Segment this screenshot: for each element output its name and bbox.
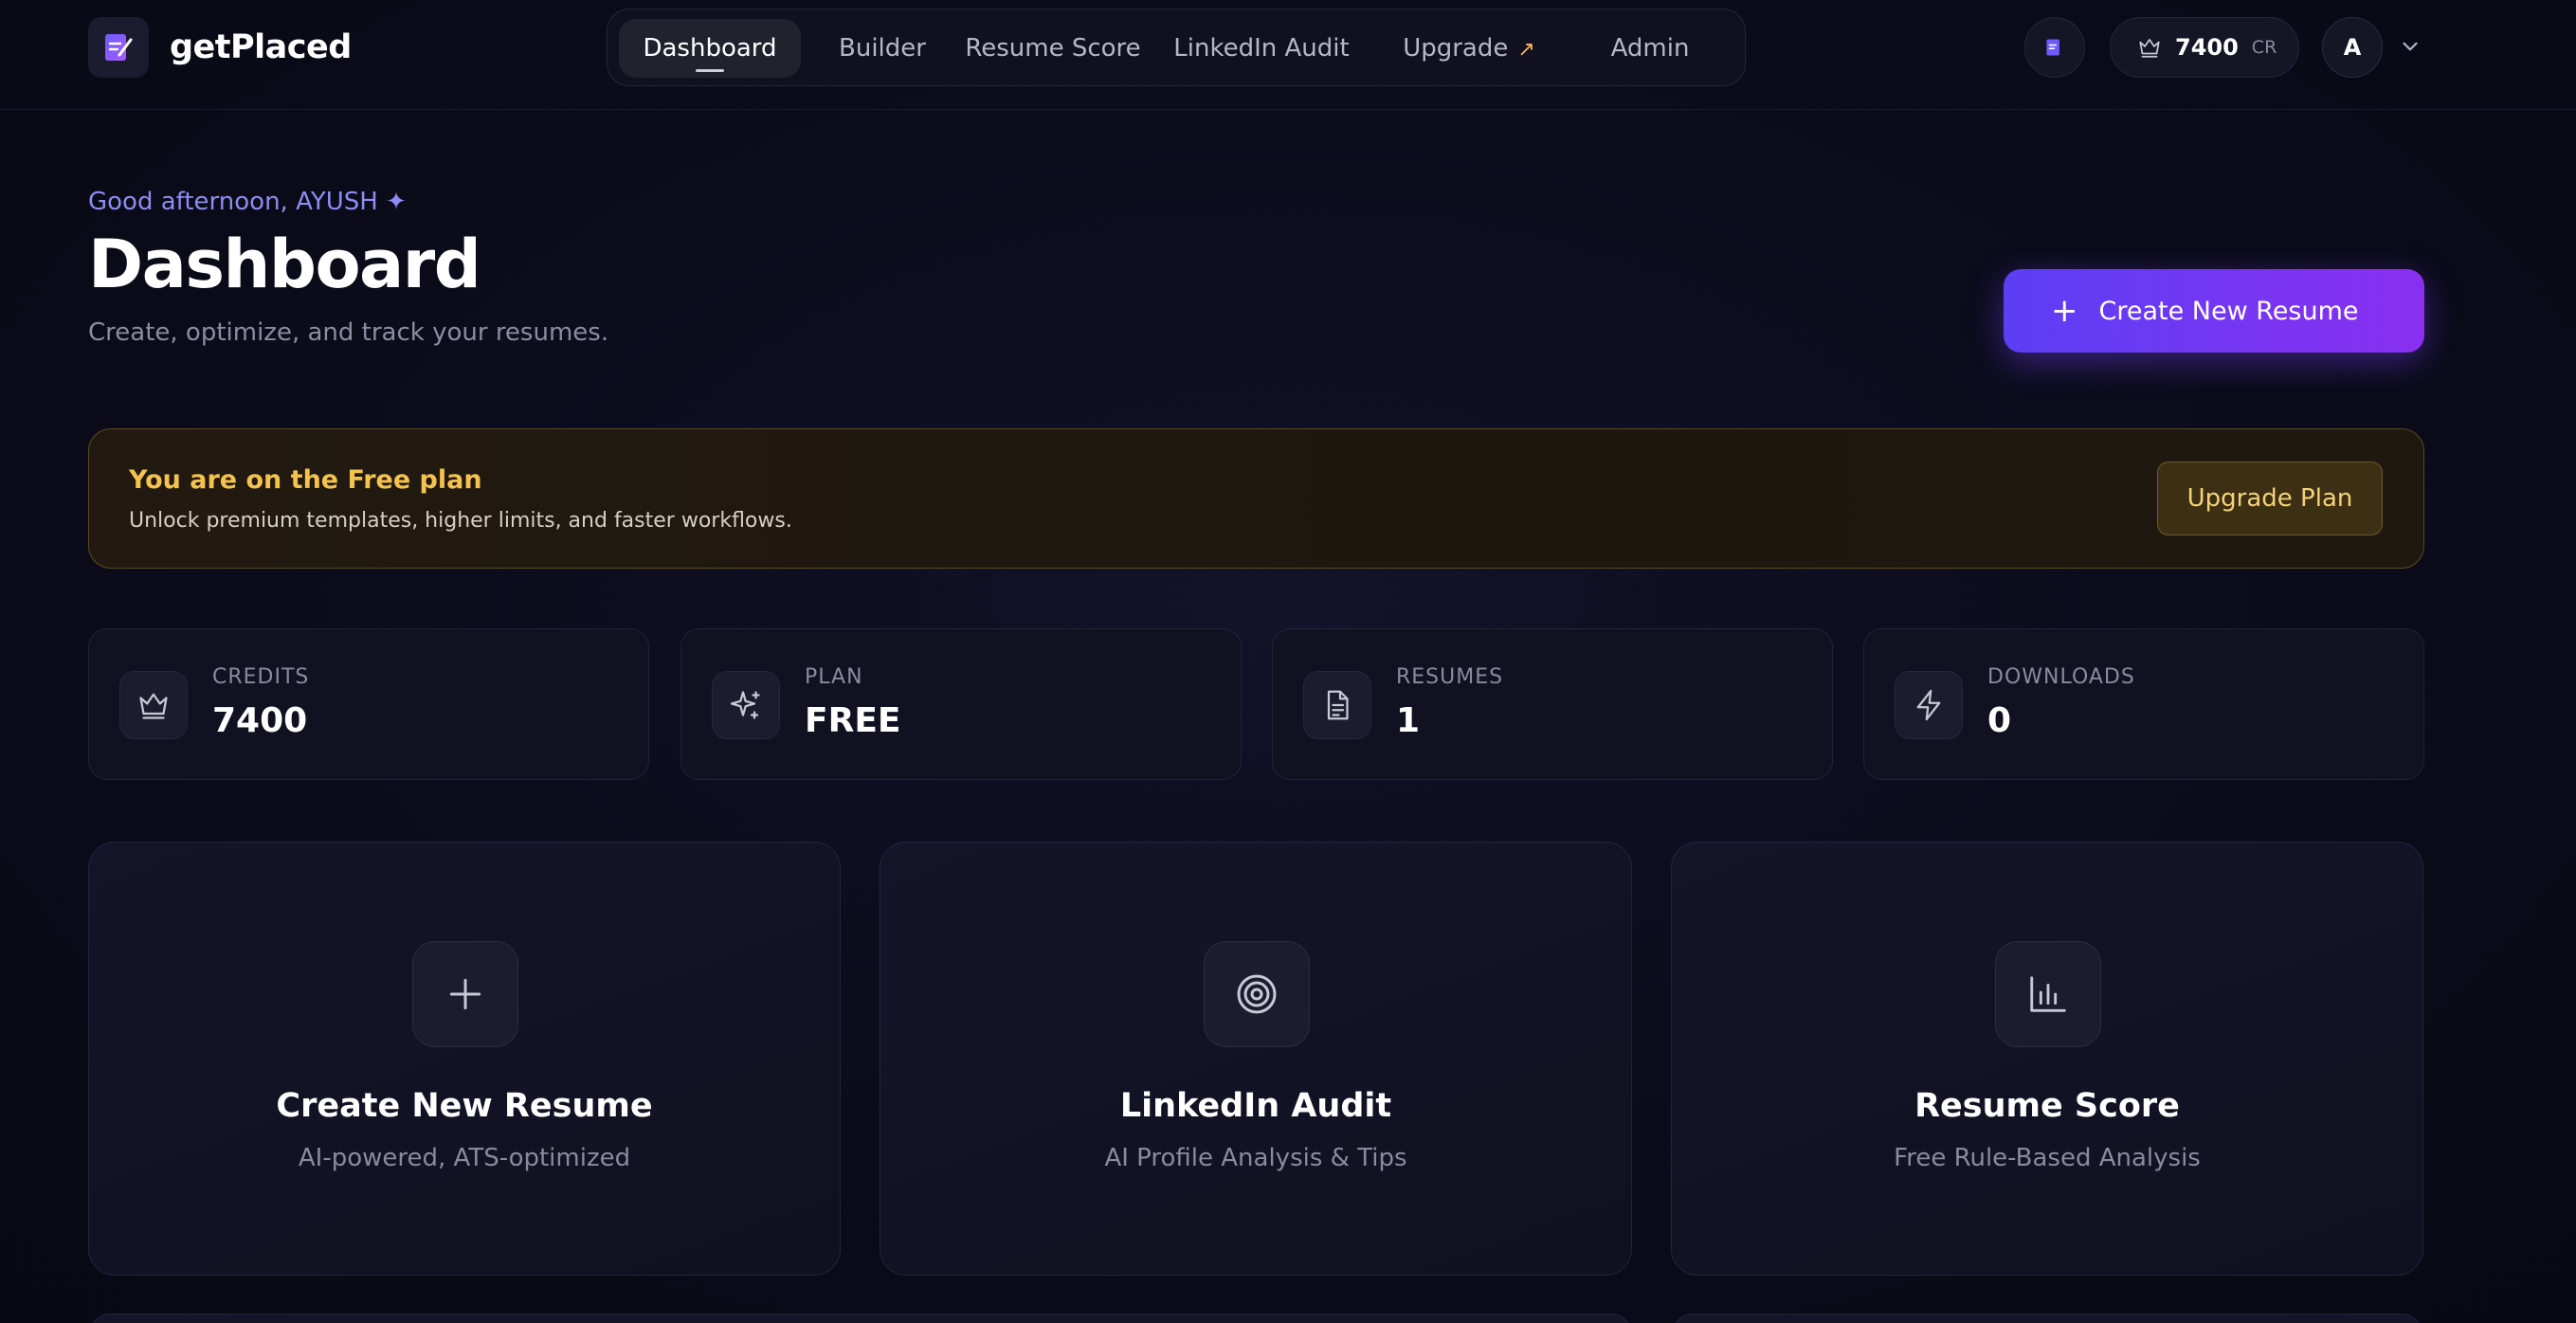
stat-value: 7400 [212,701,308,740]
app-logo-icon [88,17,149,78]
nav-upgrade[interactable]: Upgrade ↗ [1373,19,1565,78]
stat-card-resumes: RESUMES 1 [1272,628,1833,780]
stat-card-downloads: DOWNLOADS 0 [1863,628,2424,780]
create-new-resume-button[interactable]: + Create New Resume [2004,269,2424,353]
page-subtitle: Create, optimize, and track your resumes… [88,318,609,347]
crown-icon [2139,39,2160,58]
brand[interactable]: getPlaced [88,17,352,78]
card-title: LinkedIn Audit [1119,1087,1392,1125]
card-subtitle: AI-powered, ATS-optimized [298,1144,631,1172]
bar-chart-icon [1995,941,2101,1047]
banner-title: You are on the Free plan [129,465,482,495]
nav-linkedin-audit[interactable]: LinkedIn Audit [1159,19,1364,78]
nav-admin[interactable]: Admin [1584,19,1716,78]
app-switcher-button[interactable] [2024,17,2085,78]
plus-icon [412,941,518,1047]
chevron-down-icon[interactable] [2398,34,2422,59]
card-title: Resume Score [1914,1087,2180,1125]
stat-value: FREE [805,701,901,740]
card-resume-score[interactable]: Resume Score Free Rule-Based Analysis [1671,842,2423,1276]
card-title: Create New Resume [276,1087,653,1125]
crown-icon [119,671,188,739]
brand-name: getPlaced [170,28,352,66]
card-create-new-resume[interactable]: Create New Resume AI-powered, ATS-optimi… [88,842,841,1276]
card-subtitle: AI Profile Analysis & Tips [1104,1144,1407,1172]
stat-card-plan: PLAN FREE [680,628,1242,780]
sparkles-icon [712,671,780,739]
lightning-icon [1895,671,1963,739]
stat-label: RESUMES [1396,665,1504,689]
top-navigation-bar: getPlaced Dashboard Builder Resume Score… [0,0,2576,110]
banner-description: Unlock premium templates, higher limits,… [129,509,792,533]
nav-dashboard[interactable]: Dashboard [619,19,801,78]
stat-value: 0 [1987,701,2012,740]
stat-label: CREDITS [212,665,310,689]
credits-pill[interactable]: 7400 CR [2110,17,2299,78]
main-nav: Dashboard Builder Resume Score LinkedIn … [607,9,1746,86]
page-title: Dashboard [88,226,481,303]
stat-card-credits: CREDITS 7400 [88,628,649,780]
upgrade-plan-button[interactable]: Upgrade Plan [2157,462,2383,535]
target-icon [1204,941,1310,1047]
credits-count: 7400 [2175,34,2239,61]
greeting: Good afternoon, AYUSH ✦ [88,188,407,216]
nav-builder[interactable]: Builder [816,19,949,78]
card-linkedin-audit[interactable]: LinkedIn Audit AI Profile Analysis & Tip… [880,842,1632,1276]
document-icon [1303,671,1371,739]
stat-label: DOWNLOADS [1987,665,2135,689]
section-below-fold [88,1314,1633,1323]
section-below-fold [1671,1314,2423,1323]
credits-unit: CR [2251,37,2277,58]
create-new-resume-label: Create New Resume [2098,296,2359,326]
arrow-up-right-icon: ↗ [1517,38,1535,62]
stat-label: PLAN [805,665,863,689]
card-subtitle: Free Rule-Based Analysis [1894,1144,2201,1172]
plus-icon: + [2051,292,2078,330]
nav-upgrade-label: Upgrade [1403,34,1509,63]
stat-value: 1 [1396,701,1421,740]
user-avatar[interactable]: A [2322,17,2383,78]
free-plan-banner: You are on the Free plan Unlock premium … [88,428,2424,569]
mini-logo-icon [2046,39,2059,56]
nav-resume-score[interactable]: Resume Score [958,19,1148,78]
